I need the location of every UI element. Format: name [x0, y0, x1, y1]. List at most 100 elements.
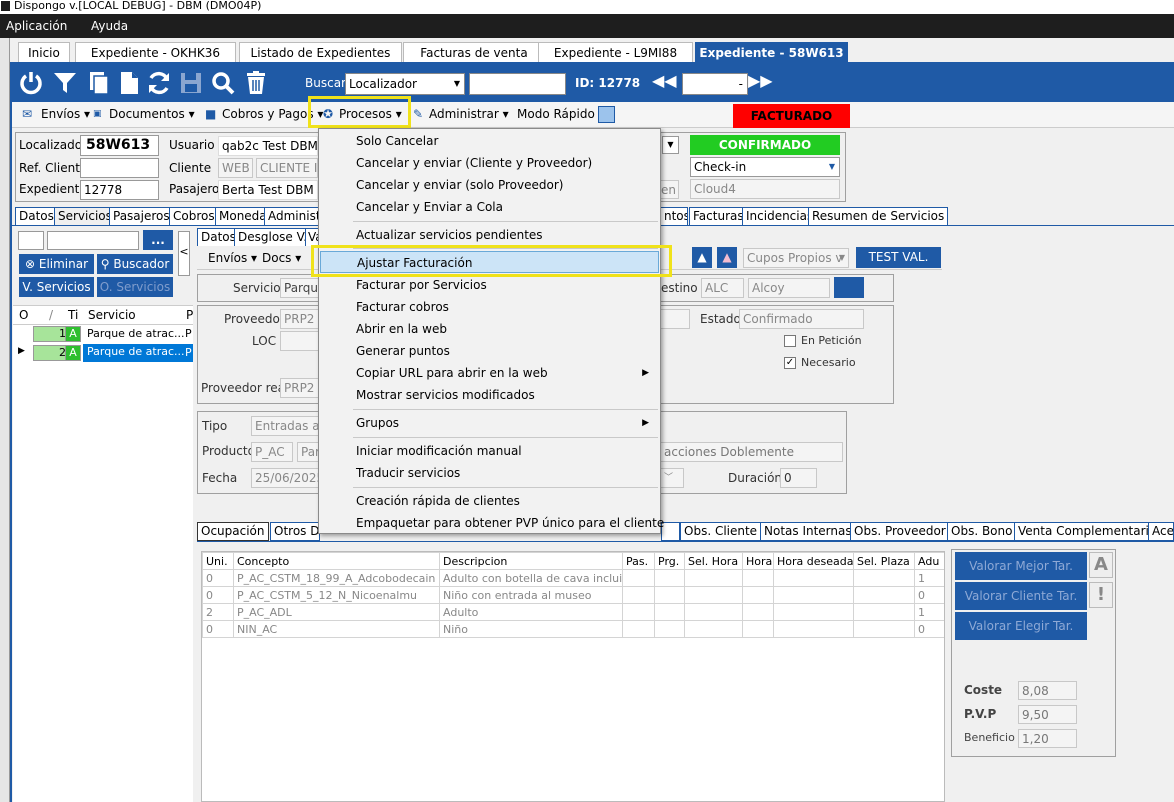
tab-ace[interactable]: Ace — [1148, 522, 1174, 541]
pasajero-field[interactable]: Berta Test DBM — [218, 180, 318, 200]
new-document-icon[interactable] — [116, 70, 142, 96]
trash-icon[interactable] — [243, 70, 269, 96]
menu-item-actualizar-servicios[interactable]: Actualizar servicios pendientes — [320, 224, 659, 246]
tab-desglose[interactable]: Desglose V. — [234, 228, 312, 247]
v-servicios-button[interactable]: V. Servicios — [19, 277, 94, 297]
localizador-value[interactable]: 58W613 — [80, 135, 159, 156]
menu-item-cancelar-enviar-cliente-proveedor[interactable]: Cancelar y enviar (Cliente y Proveedor) — [320, 152, 659, 174]
tab-inicio[interactable]: Inicio — [18, 42, 70, 64]
modo-rapido-icon[interactable] — [598, 106, 615, 123]
tab-administracion[interactable]: Administra — [264, 207, 320, 226]
alert-button[interactable]: ! — [1089, 582, 1113, 608]
documentos-menu[interactable]: Documentos ▾ — [109, 107, 195, 121]
table-row[interactable]: 0 P_AC_CSTM_5_12_N_Nicoenalmu Niño con ent… — [202, 586, 944, 604]
triangle-up-pink-icon[interactable]: ▲ — [717, 247, 737, 268]
row-pointer-icon: ▶ — [18, 346, 25, 356]
triangle-up-icon[interactable]: ▲ — [692, 247, 712, 268]
destino-map-button[interactable] — [834, 277, 864, 298]
menu-item-generar-puntos[interactable]: Generar puntos — [320, 340, 659, 362]
tab-cobros[interactable]: Cobros — [169, 207, 219, 226]
envios-menu[interactable]: Envíos ▾ — [41, 107, 90, 121]
save-icon[interactable] — [178, 70, 204, 96]
table-row[interactable]: 2 P_AC_ADL Adulto 1 — [202, 603, 944, 621]
pdf-icon: ▣ — [93, 109, 102, 119]
tab-moneda[interactable]: Moneda — [215, 207, 271, 226]
necesario-label: Necesario — [801, 356, 856, 369]
tab-obs-cliente[interactable]: Obs. Cliente — [680, 522, 762, 541]
expediente-field[interactable]: 12778 — [80, 180, 159, 200]
table-row[interactable]: 1 A Parque de atrac... P — [13, 326, 193, 343]
usuario-field[interactable]: qab2c Test DBM — [218, 136, 318, 156]
refresh-icon[interactable] — [146, 70, 172, 96]
tab-notas-internas[interactable]: Notas Internas — [760, 522, 856, 541]
first-record-icon[interactable]: ◀◀ — [652, 71, 677, 90]
tab-incidencias[interactable]: Incidencias — [742, 207, 818, 226]
search-input[interactable] — [469, 73, 566, 95]
tab-documentos-partial[interactable]: ntos — [660, 207, 688, 226]
last-record-icon[interactable]: ▶▶ — [748, 71, 773, 90]
eliminar-button[interactable]: ⊗ Eliminar — [19, 254, 94, 274]
tab-otros-datos[interactable]: Otros Datos — [270, 522, 320, 541]
detail-envios-menu[interactable]: Envíos ▾ — [208, 251, 257, 265]
filter-small-field[interactable] — [18, 231, 44, 250]
table-row[interactable]: 0 NIN_AC Niño 0 — [202, 620, 944, 638]
administrar-menu[interactable]: Administrar ▾ — [429, 107, 509, 121]
menu-item-mostrar-modificados[interactable]: Mostrar servicios modificados — [320, 384, 659, 406]
tab-obs-proveedor[interactable]: Obs. Proveedor — [850, 522, 950, 541]
tab-expediente-okhk36[interactable]: Expediente - OKHK36 — [75, 42, 236, 64]
tab-expediente-l9mi88[interactable]: Expediente - L9MI88 — [538, 42, 693, 64]
menu-item-solo-cancelar[interactable]: Solo Cancelar — [320, 130, 659, 152]
checkin-select[interactable]: Check-in ▼ — [690, 157, 840, 177]
en-peticion-checkbox[interactable] — [784, 335, 796, 347]
valorar-mejor-button[interactable]: Valorar Mejor Tar. — [955, 552, 1087, 580]
occupancy-grid: Uni. Concepto Descripcion Pas. Prg. Sel. Hora… — [201, 551, 945, 802]
tab-listado-expedientes[interactable]: Listado de Expedientes — [239, 42, 402, 64]
table-row[interactable]: 0 P_AC_CSTM_18_99_A_Adcobodecain Adulto co… — [202, 569, 944, 587]
menu-item-facturar-servicios[interactable]: Facturar por Servicios — [320, 274, 659, 296]
tab-venta-complementaria[interactable]: Venta Complementaria — [1014, 522, 1161, 541]
menu-item-traducir-servicios[interactable]: Traducir servicios — [320, 462, 659, 484]
dropdown-arrow-icon[interactable]: ▼ — [662, 136, 679, 154]
menu-item-cancelar-enviar-cola[interactable]: Cancelar y Enviar a Cola — [320, 196, 659, 218]
tab-facturas-venta[interactable]: Facturas de venta — [403, 42, 545, 64]
menu-item-iniciar-modificacion[interactable]: Iniciar modificación manual — [320, 440, 659, 462]
envelope-icon: ✉ — [22, 107, 33, 121]
tab-facturas[interactable]: Facturas — [689, 207, 748, 226]
valorar-elegir-button[interactable]: Valorar Elegir Tar. — [955, 612, 1087, 640]
menu-item-copiar-url[interactable]: Copiar URL para abrir en la web ▶ — [320, 362, 659, 384]
buscador-button[interactable]: ⚲ Buscador — [97, 254, 173, 274]
menu-item-cancelar-enviar-proveedor[interactable]: Cancelar y enviar (solo Proveedor) — [320, 174, 659, 196]
menu-aplicacion[interactable]: Aplicación — [6, 19, 67, 33]
ref-cliente-field[interactable] — [80, 158, 159, 178]
tab-ocupacion[interactable]: Ocupación — [197, 522, 269, 541]
copy-document-icon[interactable] — [86, 70, 112, 96]
menu-ayuda[interactable]: Ayuda — [91, 19, 128, 33]
tab-servicios[interactable]: Servicios — [54, 207, 116, 226]
power-icon[interactable] — [18, 70, 44, 96]
necesario-checkbox[interactable]: ✓ — [784, 357, 796, 369]
a-button[interactable]: A — [1089, 552, 1113, 578]
tab-datos[interactable]: Datos — [15, 207, 58, 226]
submenu-arrow-icon: ▶ — [642, 418, 649, 428]
tab-obs-bono[interactable]: Obs. Bono — [947, 522, 1017, 541]
menu-item-abrir-web[interactable]: Abrir en la web — [320, 318, 659, 340]
menu-item-creacion-clientes[interactable]: Creación rápida de clientes — [320, 490, 659, 512]
table-row[interactable]: ▶ 2 A Parque de atrac... P — [13, 344, 193, 362]
record-nav-input[interactable]: - — [682, 73, 748, 95]
menu-item-facturar-cobros[interactable]: Facturar cobros — [320, 296, 659, 318]
valorar-cliente-button[interactable]: Valorar Cliente Tar. — [955, 582, 1087, 610]
filter-icon[interactable] — [52, 70, 78, 96]
ellipsis-button[interactable]: ... — [143, 230, 173, 250]
menu-item-empaquetar-pvp[interactable]: Empaquetar para obtener PVP único para e… — [320, 512, 664, 534]
tab-expediente-58w613[interactable]: Expediente - 58W613 — [695, 42, 848, 64]
collapse-button[interactable]: < — [178, 231, 190, 276]
detail-docs-menu[interactable]: Docs ▾ — [262, 251, 301, 265]
modo-rapido-button[interactable]: Modo Rápido — [517, 107, 595, 121]
search-by-select[interactable]: Localizador ▼ — [345, 73, 465, 95]
tab-pasajeros[interactable]: Pasajeros — [109, 207, 174, 226]
search-icon[interactable] — [210, 70, 236, 96]
filter-text-field[interactable] — [47, 231, 139, 250]
test-val-button[interactable]: TEST VAL. — [856, 247, 941, 268]
tab-resumen-servicios[interactable]: Resumen de Servicios — [808, 207, 949, 226]
menu-item-grupos[interactable]: Grupos ▶ — [320, 412, 659, 434]
